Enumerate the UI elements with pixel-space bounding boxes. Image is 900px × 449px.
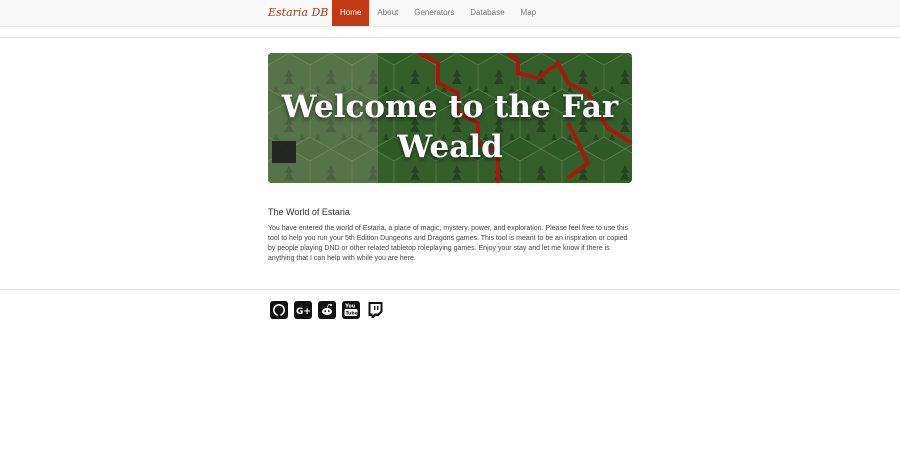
hero-title: Welcome to the Far Weald: [268, 87, 632, 167]
nav-item-home[interactable]: Home: [332, 0, 370, 26]
svg-text:You: You: [344, 304, 356, 310]
header-divider: [0, 27, 900, 38]
section-title: The World of Estaria: [268, 207, 350, 217]
hero-title-line-1: Welcome to the Far: [281, 89, 619, 125]
nav-menu: Home About Generators Database Map: [332, 0, 544, 26]
youtube-icon[interactable]: You Tube: [342, 301, 360, 319]
twitch-icon[interactable]: [366, 301, 384, 319]
brand-logo[interactable]: Estaria DB: [268, 0, 328, 26]
reddit-icon[interactable]: [318, 301, 336, 319]
svg-text:G+: G+: [296, 307, 311, 317]
social-links: G+ You Tube: [270, 301, 384, 319]
intro-paragraph: You have entered the world of Estaria, a…: [268, 225, 628, 262]
hero-banner: Welcome to the Far Weald: [268, 53, 632, 183]
nav-item-generators[interactable]: Generators: [406, 0, 462, 26]
footer-divider: [0, 289, 900, 290]
hero-title-line-2: Weald: [397, 129, 503, 165]
nav-item-database[interactable]: Database: [462, 0, 512, 26]
nav-item-about[interactable]: About: [369, 0, 406, 26]
github-icon[interactable]: [270, 301, 288, 319]
google-plus-icon[interactable]: G+: [294, 301, 312, 319]
top-navbar: Estaria DB Home About Generators Databas…: [0, 0, 900, 27]
nav-item-map[interactable]: Map: [513, 0, 545, 26]
svg-text:Tube: Tube: [346, 311, 358, 317]
